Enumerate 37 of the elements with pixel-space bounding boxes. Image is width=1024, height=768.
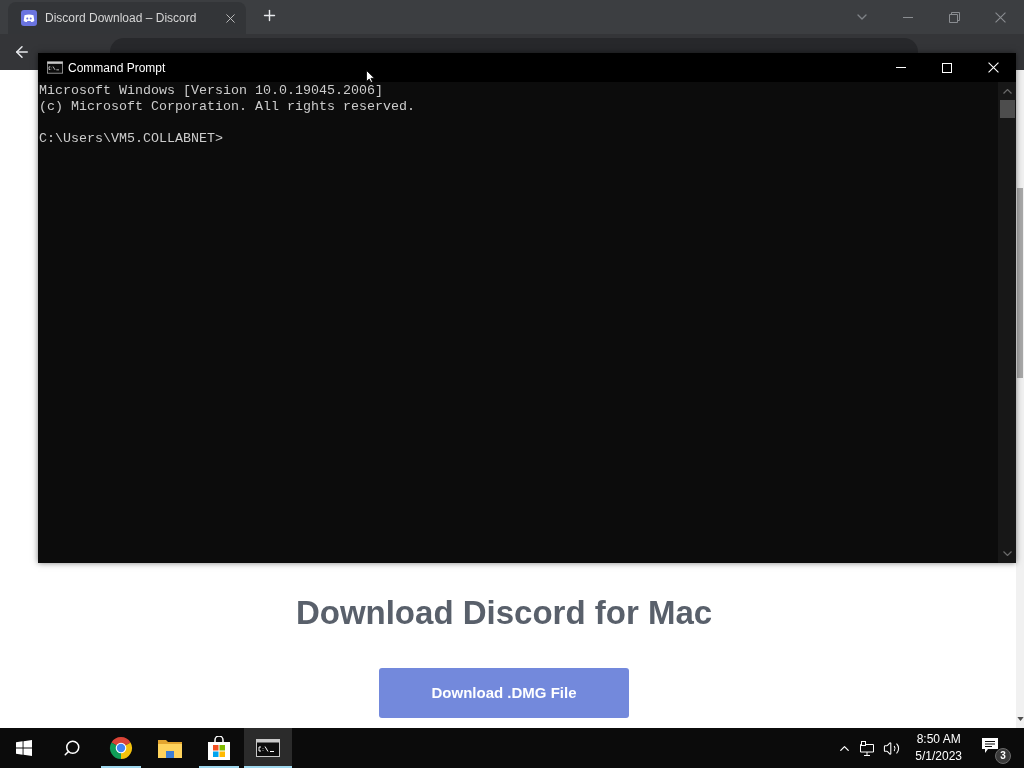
- speaker-icon: [882, 739, 900, 757]
- caret-up-icon: [1002, 89, 1012, 94]
- caret-down-icon: [1002, 551, 1012, 556]
- folder-icon: [158, 738, 182, 758]
- scrollbar-thumb[interactable]: [1017, 188, 1023, 378]
- browser-logo-icon: [109, 736, 133, 760]
- console-prompt[interactable]: C:\Users\VM5.COLLABNET>: [39, 131, 223, 147]
- windows-logo-icon: [16, 740, 32, 756]
- close-icon: [225, 13, 235, 23]
- window-title: Command Prompt: [68, 59, 166, 77]
- taskbar-app-button[interactable]: [244, 728, 292, 768]
- message-lines-icon: [982, 738, 998, 754]
- restore-icon: [948, 11, 960, 23]
- page-scrollbar[interactable]: [1016, 70, 1024, 728]
- terminal-icon: [256, 739, 280, 757]
- close-icon: [987, 62, 999, 73]
- minimize-icon: [896, 67, 906, 68]
- page-heading: Download Discord for Mac: [295, 593, 713, 633]
- console-scrollbar[interactable]: [998, 82, 1016, 563]
- site-favicon-icon: [21, 10, 37, 26]
- terminal-icon: [47, 61, 63, 74]
- search-icon: [63, 739, 81, 757]
- scrollbar-thumb[interactable]: [999, 100, 1015, 118]
- console-output-line: (c) Microsoft Corporation. All rights reserved.: [39, 99, 415, 115]
- console-output-line: Microsoft Windows [Version 10.0.19045.2006]: [39, 83, 383, 99]
- clock-time: 8:50 AM: [916, 731, 961, 748]
- browser-tab[interactable]: Discord Download – Discord: [8, 2, 246, 34]
- maximize-icon: [942, 62, 952, 73]
- clock-date: 5/1/2023: [915, 748, 962, 765]
- notification-count: 3: [995, 748, 1011, 764]
- close-icon: [994, 11, 1006, 23]
- network-monitor-icon: [859, 740, 876, 756]
- shopping-bag-icon: [208, 736, 230, 760]
- caret-down-icon: [1016, 717, 1024, 721]
- notifications-button[interactable]: 3: [970, 728, 1014, 768]
- minimize-icon: [903, 16, 913, 18]
- clock-button[interactable]: 8:50 AM 5/1/2023: [907, 728, 970, 768]
